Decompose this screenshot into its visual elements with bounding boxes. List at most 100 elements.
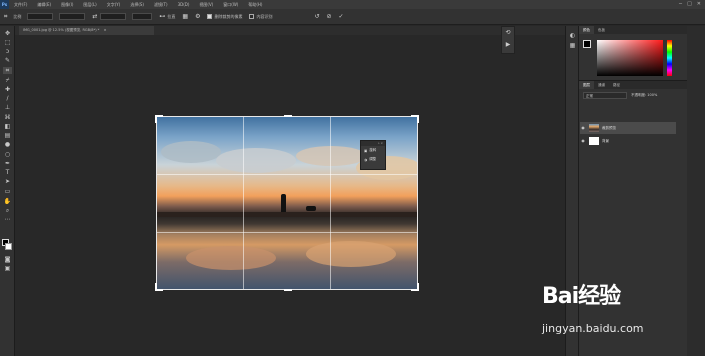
- menu-filter[interactable]: 滤镜(T): [149, 2, 173, 8]
- clear-button[interactable]: [132, 13, 153, 20]
- menu-window[interactable]: 窗口(W): [218, 2, 243, 8]
- color-picker-field[interactable]: [597, 40, 663, 76]
- straighten-label[interactable]: 拉直: [167, 14, 175, 20]
- tab-channels[interactable]: 通道: [594, 81, 609, 89]
- baidu-jingyan-watermark: Bai经验 jingyan.baidu.com: [520, 278, 705, 356]
- tab-swatches[interactable]: 色板: [594, 26, 609, 34]
- path-select-icon[interactable]: ➤: [3, 178, 12, 185]
- shape-tool-icon[interactable]: ▭: [3, 188, 12, 195]
- history-brush-icon[interactable]: ⌘: [3, 114, 12, 121]
- reset-icon[interactable]: ↺: [314, 13, 319, 20]
- menu-file[interactable]: 文件(F): [9, 2, 32, 8]
- gradient-tool-icon[interactable]: ▤: [3, 132, 12, 139]
- screen-mode-icon[interactable]: ▣: [3, 265, 12, 272]
- cancel-icon[interactable]: ⊘: [327, 13, 332, 20]
- content-aware-label: 内容识别: [256, 13, 273, 19]
- blend-mode-select[interactable]: 正常: [583, 92, 627, 99]
- layer-row[interactable]: ◉ 背景: [580, 135, 676, 147]
- background-color-swatch[interactable]: [5, 243, 12, 250]
- menu-type[interactable]: 文字(Y): [102, 2, 126, 8]
- menu-bar: Ps 文件(F) 编辑(E) 图像(I) 图层(L) 文字(Y) 选择(S) 滤…: [0, 0, 705, 9]
- brush-tool-icon[interactable]: ∕: [3, 95, 12, 102]
- tab-paths[interactable]: 路径: [609, 81, 624, 89]
- crop-handle-bottom-right[interactable]: [417, 283, 419, 291]
- blur-tool-icon[interactable]: ●: [3, 141, 12, 148]
- maximize-button[interactable]: □: [687, 1, 692, 7]
- crop-tool-icon[interactable]: ⌗: [3, 67, 12, 74]
- commit-icon[interactable]: ✓: [339, 13, 344, 20]
- crop-handle-top[interactable]: [284, 115, 292, 117]
- dodge-tool-icon[interactable]: ○: [3, 151, 12, 158]
- pen-tool-icon[interactable]: ✒: [3, 160, 12, 167]
- tools-panel: ✥ ⬚ ↄ ✎ ⌗ ⌿ ✚ ∕ ⊥ ⌘ ◧ ▤ ● ○ ✒ T ➤ ▭ ✋ ⌕ …: [0, 26, 15, 356]
- minimize-button[interactable]: ─: [679, 1, 682, 7]
- delete-cropped-checkbox[interactable]: [207, 14, 213, 19]
- color-panel-icon[interactable]: ◐: [568, 32, 577, 39]
- crop-handle-bottom-left[interactable]: [155, 283, 157, 291]
- type-tool-icon[interactable]: T: [3, 169, 12, 176]
- tab-color[interactable]: 颜色: [579, 26, 594, 34]
- marquee-tool-icon[interactable]: ⬚: [3, 39, 12, 46]
- document-tab-label: IMG_0001.jpg @ 12.5% (视图预览, RGB/8*) *: [23, 28, 100, 32]
- ratio-label: 比例: [13, 13, 22, 19]
- menu-layer[interactable]: 图层(L): [78, 2, 101, 8]
- quick-mask-icon[interactable]: ◙: [3, 256, 12, 263]
- settings-gear-icon[interactable]: ⚙: [195, 13, 200, 20]
- context-item-label: 旋转: [369, 148, 377, 152]
- context-item-adjust[interactable]: ◑ 调整: [361, 155, 385, 164]
- hand-tool-icon[interactable]: ✋: [3, 198, 12, 205]
- document-tab[interactable]: IMG_0001.jpg @ 12.5% (视图预览, RGB/8*) * ×: [19, 26, 154, 35]
- swap-icon[interactable]: ⇄: [92, 13, 97, 20]
- layer-name: 背景: [602, 139, 609, 143]
- watermark-url: jingyan.baidu.com: [542, 322, 644, 335]
- menu-image[interactable]: 图像(I): [56, 2, 78, 8]
- move-tool-icon[interactable]: ✥: [3, 30, 12, 37]
- overlay-icon[interactable]: ▦: [182, 13, 188, 20]
- eye-icon[interactable]: ◉: [580, 122, 586, 134]
- eye-icon[interactable]: ◉: [580, 135, 586, 147]
- menu-help[interactable]: 帮助(H): [243, 2, 267, 8]
- crop-tool-icon[interactable]: ⌗: [4, 13, 7, 21]
- layers-panel-tabs: 图层 通道 路径: [579, 81, 688, 89]
- clone-stamp-icon[interactable]: ⊥: [3, 104, 12, 111]
- close-tab-icon[interactable]: ×: [104, 28, 107, 32]
- foreground-color-swatch[interactable]: [583, 40, 591, 48]
- straighten-icon[interactable]: ⊷: [159, 13, 165, 20]
- menu-select[interactable]: 选择(S): [125, 2, 149, 8]
- menu-view[interactable]: 视图(V): [194, 2, 218, 8]
- healing-brush-icon[interactable]: ✚: [3, 86, 12, 93]
- height-field[interactable]: [100, 13, 127, 20]
- options-bar: ⌗ 比例 ⇄ ⊷ 拉直 ▦ ⚙ 删除裁剪的像素 内容识别 ↺ ⊘ ✓: [0, 9, 705, 25]
- menu-3d[interactable]: 3D(D): [173, 2, 195, 7]
- opacity-field[interactable]: 不透明度: 100%: [631, 92, 683, 99]
- menu-edit[interactable]: 编辑(E): [32, 2, 56, 8]
- context-item-rotate[interactable]: ▣ 旋转: [361, 146, 385, 155]
- crop-handle-top-right[interactable]: [417, 115, 419, 123]
- layer-row[interactable]: ◉ 裁剪预览: [580, 122, 676, 134]
- close-button[interactable]: ✕: [697, 1, 701, 7]
- context-item-label: 调整: [369, 157, 377, 161]
- more-tools-icon[interactable]: ⋯: [3, 216, 12, 223]
- content-aware-checkbox[interactable]: [249, 14, 255, 19]
- crop-handle-bottom[interactable]: [284, 289, 292, 291]
- collapsed-panel-strip: ⟲ ▶: [501, 26, 515, 54]
- history-icon[interactable]: ⟲: [502, 27, 514, 39]
- play-action-icon[interactable]: ▶: [502, 39, 514, 51]
- watermark-logo: Bai经验: [542, 284, 621, 309]
- swatches-panel-icon[interactable]: ▦: [568, 42, 577, 49]
- crop-handle-top-left[interactable]: [155, 115, 157, 123]
- hue-slider[interactable]: [667, 40, 672, 76]
- width-field[interactable]: [59, 13, 86, 20]
- ratio-select[interactable]: [27, 13, 54, 20]
- quick-select-icon[interactable]: ✎: [3, 57, 12, 64]
- lasso-tool-icon[interactable]: ↄ: [3, 48, 12, 55]
- eyedropper-icon[interactable]: ⌿: [3, 77, 12, 84]
- app-logo: Ps: [0, 0, 9, 9]
- tab-layers[interactable]: 图层: [579, 81, 594, 89]
- zoom-tool-icon[interactable]: ⌕: [3, 207, 12, 214]
- layer-thumbnail: [589, 137, 599, 145]
- context-panel: » × ▣ 旋转 ◑ 调整: [360, 140, 386, 170]
- window-controls: ─ □ ✕: [679, 1, 701, 7]
- rotate-icon: ▣: [364, 148, 368, 153]
- eraser-icon[interactable]: ◧: [3, 123, 12, 130]
